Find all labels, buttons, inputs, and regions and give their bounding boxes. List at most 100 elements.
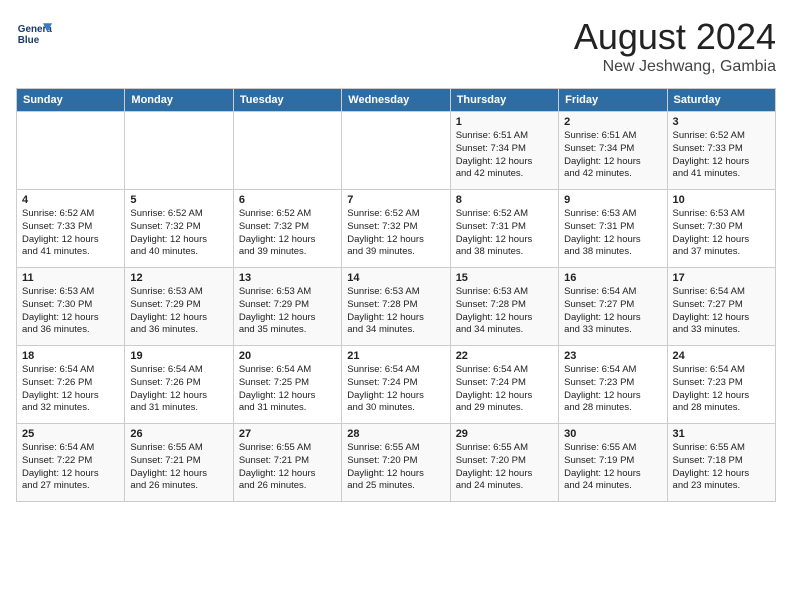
- calendar-cell: 18 Sunrise: 6:54 AM Sunset: 7:26 PM Dayli…: [17, 346, 125, 424]
- calendar-cell: 30Sunrise: 6:55 AM Sunset: 7:19 PM Dayli…: [559, 424, 667, 502]
- calendar-table: SundayMondayTuesdayWednesdayThursdayFrid…: [16, 88, 776, 502]
- day-number: 27: [239, 428, 336, 440]
- calendar-cell: 11 Sunrise: 6:53 AM Sunset: 7:30 PM Dayli…: [17, 268, 125, 346]
- header-day-sunday: Sunday: [17, 89, 125, 112]
- calendar-cell: 3 Sunrise: 6:52 AM Sunset: 7:33 PM Daylig…: [667, 112, 775, 190]
- day-info: Sunrise: 6:55 AM Sunset: 7:21 PM Dayligh…: [130, 442, 227, 493]
- day-info: Sunrise: 6:54 AM Sunset: 7:25 PM Dayligh…: [239, 364, 336, 415]
- day-number: 9: [564, 194, 661, 206]
- day-number: 23: [564, 350, 661, 362]
- day-info: Sunrise: 6:55 AM Sunset: 7:21 PM Dayligh…: [239, 442, 336, 493]
- day-info: Sunrise: 6:52 AM Sunset: 7:31 PM Dayligh…: [456, 208, 553, 259]
- logo-icon: General Blue: [16, 16, 52, 52]
- day-info: Sunrise: 6:53 AM Sunset: 7:28 PM Dayligh…: [347, 286, 444, 337]
- day-number: 22: [456, 350, 553, 362]
- day-number: 7: [347, 194, 444, 206]
- day-info: Sunrise: 6:54 AM Sunset: 7:24 PM Dayligh…: [347, 364, 444, 415]
- day-info: Sunrise: 6:53 AM Sunset: 7:30 PM Dayligh…: [22, 286, 119, 337]
- calendar-cell: 22 Sunrise: 6:54 AM Sunset: 7:24 PM Dayli…: [450, 346, 558, 424]
- header-row: SundayMondayTuesdayWednesdayThursdayFrid…: [17, 89, 776, 112]
- calendar-cell: 28Sunrise: 6:55 AM Sunset: 7:20 PM Dayli…: [342, 424, 450, 502]
- week-row-5: 25 Sunrise: 6:54 AM Sunset: 7:22 PM Dayli…: [17, 424, 776, 502]
- title-block: August 2024 New Jeshwang, Gambia: [574, 16, 776, 76]
- svg-text:Blue: Blue: [18, 35, 40, 46]
- day-number: 19: [130, 350, 227, 362]
- calendar-cell: [233, 112, 341, 190]
- calendar-cell: 13 Sunrise: 6:53 AM Sunset: 7:29 PM Dayli…: [233, 268, 341, 346]
- subtitle: New Jeshwang, Gambia: [574, 58, 776, 76]
- calendar-cell: 14 Sunrise: 6:53 AM Sunset: 7:28 PM Dayli…: [342, 268, 450, 346]
- week-row-2: 4 Sunrise: 6:52 AM Sunset: 7:33 PM Daylig…: [17, 190, 776, 268]
- day-number: 25: [22, 428, 119, 440]
- day-info: Sunrise: 6:52 AM Sunset: 7:33 PM Dayligh…: [673, 130, 770, 181]
- calendar-cell: 4 Sunrise: 6:52 AM Sunset: 7:33 PM Daylig…: [17, 190, 125, 268]
- day-number: 31: [673, 428, 770, 440]
- calendar-cell: 1 Sunrise: 6:51 AM Sunset: 7:34 PM Daylig…: [450, 112, 558, 190]
- calendar-header: SundayMondayTuesdayWednesdayThursdayFrid…: [17, 89, 776, 112]
- header-day-tuesday: Tuesday: [233, 89, 341, 112]
- calendar-cell: 2 Sunrise: 6:51 AM Sunset: 7:34 PM Daylig…: [559, 112, 667, 190]
- calendar-cell: [342, 112, 450, 190]
- day-number: 12: [130, 272, 227, 284]
- day-info: Sunrise: 6:51 AM Sunset: 7:34 PM Dayligh…: [456, 130, 553, 181]
- calendar-cell: 12Sunrise: 6:53 AM Sunset: 7:29 PM Dayli…: [125, 268, 233, 346]
- day-info: Sunrise: 6:54 AM Sunset: 7:23 PM Dayligh…: [673, 364, 770, 415]
- calendar-cell: 26 Sunrise: 6:55 AM Sunset: 7:21 PM Dayli…: [125, 424, 233, 502]
- header-day-saturday: Saturday: [667, 89, 775, 112]
- day-number: 11: [22, 272, 119, 284]
- calendar-cell: 31Sunrise: 6:55 AM Sunset: 7:18 PM Dayli…: [667, 424, 775, 502]
- day-info: Sunrise: 6:51 AM Sunset: 7:34 PM Dayligh…: [564, 130, 661, 181]
- day-number: 3: [673, 116, 770, 128]
- day-info: Sunrise: 6:53 AM Sunset: 7:30 PM Dayligh…: [673, 208, 770, 259]
- day-number: 14: [347, 272, 444, 284]
- day-info: Sunrise: 6:54 AM Sunset: 7:26 PM Dayligh…: [22, 364, 119, 415]
- day-info: Sunrise: 6:54 AM Sunset: 7:24 PM Dayligh…: [456, 364, 553, 415]
- day-info: Sunrise: 6:53 AM Sunset: 7:31 PM Dayligh…: [564, 208, 661, 259]
- day-number: 6: [239, 194, 336, 206]
- day-number: 26: [130, 428, 227, 440]
- calendar-cell: 20 Sunrise: 6:54 AM Sunset: 7:25 PM Dayli…: [233, 346, 341, 424]
- day-number: 2: [564, 116, 661, 128]
- calendar-cell: 23Sunrise: 6:54 AM Sunset: 7:23 PM Dayli…: [559, 346, 667, 424]
- day-info: Sunrise: 6:54 AM Sunset: 7:27 PM Dayligh…: [673, 286, 770, 337]
- day-info: Sunrise: 6:52 AM Sunset: 7:32 PM Dayligh…: [347, 208, 444, 259]
- calendar-cell: 25 Sunrise: 6:54 AM Sunset: 7:22 PM Dayli…: [17, 424, 125, 502]
- day-info: Sunrise: 6:52 AM Sunset: 7:33 PM Dayligh…: [22, 208, 119, 259]
- day-number: 28: [347, 428, 444, 440]
- day-number: 17: [673, 272, 770, 284]
- day-number: 18: [22, 350, 119, 362]
- day-info: Sunrise: 6:52 AM Sunset: 7:32 PM Dayligh…: [130, 208, 227, 259]
- day-number: 29: [456, 428, 553, 440]
- page-header: General Blue August 2024 New Jeshwang, G…: [16, 16, 776, 76]
- calendar-cell: 9 Sunrise: 6:53 AM Sunset: 7:31 PM Daylig…: [559, 190, 667, 268]
- day-info: Sunrise: 6:55 AM Sunset: 7:20 PM Dayligh…: [456, 442, 553, 493]
- header-day-wednesday: Wednesday: [342, 89, 450, 112]
- day-info: Sunrise: 6:54 AM Sunset: 7:27 PM Dayligh…: [564, 286, 661, 337]
- header-day-monday: Monday: [125, 89, 233, 112]
- week-row-4: 18 Sunrise: 6:54 AM Sunset: 7:26 PM Dayli…: [17, 346, 776, 424]
- day-number: 30: [564, 428, 661, 440]
- day-number: 1: [456, 116, 553, 128]
- week-row-1: 1 Sunrise: 6:51 AM Sunset: 7:34 PM Daylig…: [17, 112, 776, 190]
- logo: General Blue: [16, 16, 52, 52]
- day-number: 13: [239, 272, 336, 284]
- day-info: Sunrise: 6:53 AM Sunset: 7:28 PM Dayligh…: [456, 286, 553, 337]
- calendar-cell: 21 Sunrise: 6:54 AM Sunset: 7:24 PM Dayli…: [342, 346, 450, 424]
- calendar-cell: 24Sunrise: 6:54 AM Sunset: 7:23 PM Dayli…: [667, 346, 775, 424]
- day-number: 21: [347, 350, 444, 362]
- calendar-cell: 8Sunrise: 6:52 AM Sunset: 7:31 PM Daylig…: [450, 190, 558, 268]
- day-info: Sunrise: 6:53 AM Sunset: 7:29 PM Dayligh…: [239, 286, 336, 337]
- calendar-cell: 5 Sunrise: 6:52 AM Sunset: 7:32 PM Daylig…: [125, 190, 233, 268]
- day-info: Sunrise: 6:52 AM Sunset: 7:32 PM Dayligh…: [239, 208, 336, 259]
- calendar-body: 1 Sunrise: 6:51 AM Sunset: 7:34 PM Daylig…: [17, 112, 776, 502]
- calendar-cell: 15Sunrise: 6:53 AM Sunset: 7:28 PM Dayli…: [450, 268, 558, 346]
- day-info: Sunrise: 6:54 AM Sunset: 7:22 PM Dayligh…: [22, 442, 119, 493]
- day-number: 20: [239, 350, 336, 362]
- calendar-cell: 6 Sunrise: 6:52 AM Sunset: 7:32 PM Daylig…: [233, 190, 341, 268]
- day-number: 16: [564, 272, 661, 284]
- header-day-thursday: Thursday: [450, 89, 558, 112]
- day-number: 4: [22, 194, 119, 206]
- day-number: 5: [130, 194, 227, 206]
- calendar-cell: 16 Sunrise: 6:54 AM Sunset: 7:27 PM Dayli…: [559, 268, 667, 346]
- day-number: 10: [673, 194, 770, 206]
